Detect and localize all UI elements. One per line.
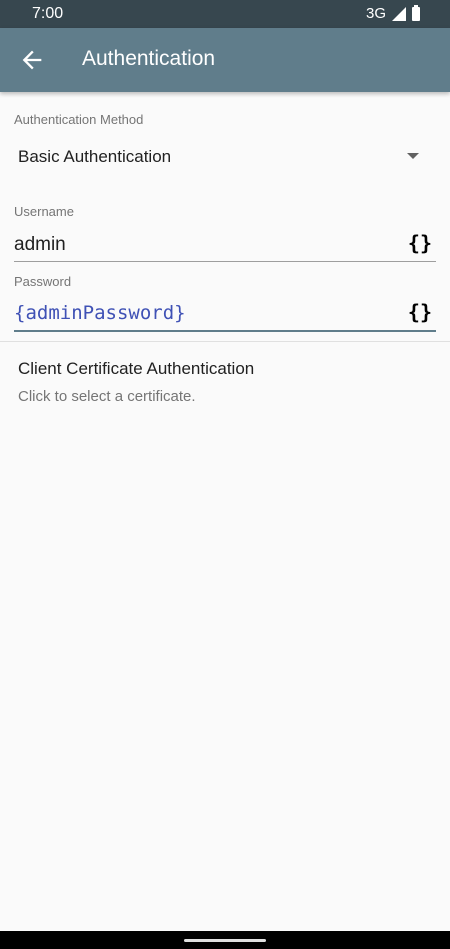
status-time: 7:00 bbox=[32, 5, 64, 22]
status-icons: 3G bbox=[365, 4, 420, 22]
password-field[interactable]: {adminPassword} {} bbox=[14, 300, 436, 332]
status-bar: 7:00 3G bbox=[0, 0, 450, 28]
auth-method-value[interactable]: Basic Authentication bbox=[18, 147, 171, 167]
variable-braces-icon[interactable]: {} bbox=[408, 231, 432, 255]
network-type: 3G bbox=[365, 5, 386, 22]
auth-method-label: Authentication Method bbox=[14, 112, 144, 127]
page-title: Authentication bbox=[82, 47, 216, 70]
signal-icon bbox=[392, 6, 406, 21]
home-gesture-handle[interactable] bbox=[184, 939, 266, 942]
variable-braces-icon[interactable]: {} bbox=[408, 300, 432, 324]
app-bar: Authentication bbox=[0, 28, 450, 92]
client-certificate-title[interactable]: Client Certificate Authentication bbox=[18, 359, 254, 379]
password-label: Password bbox=[14, 274, 72, 289]
username-label: Username bbox=[14, 204, 74, 219]
arrow-back-icon[interactable] bbox=[18, 46, 46, 74]
navigation-bar bbox=[0, 931, 450, 949]
password-value[interactable]: {adminPassword} bbox=[14, 302, 186, 324]
client-certificate-subtitle[interactable]: Click to select a certificate. bbox=[18, 388, 196, 405]
dropdown-arrow-icon[interactable] bbox=[407, 153, 419, 159]
username-value[interactable]: admin bbox=[14, 234, 66, 256]
username-field[interactable]: admin {} bbox=[14, 231, 436, 262]
divider bbox=[0, 341, 450, 342]
battery-icon bbox=[412, 4, 420, 21]
